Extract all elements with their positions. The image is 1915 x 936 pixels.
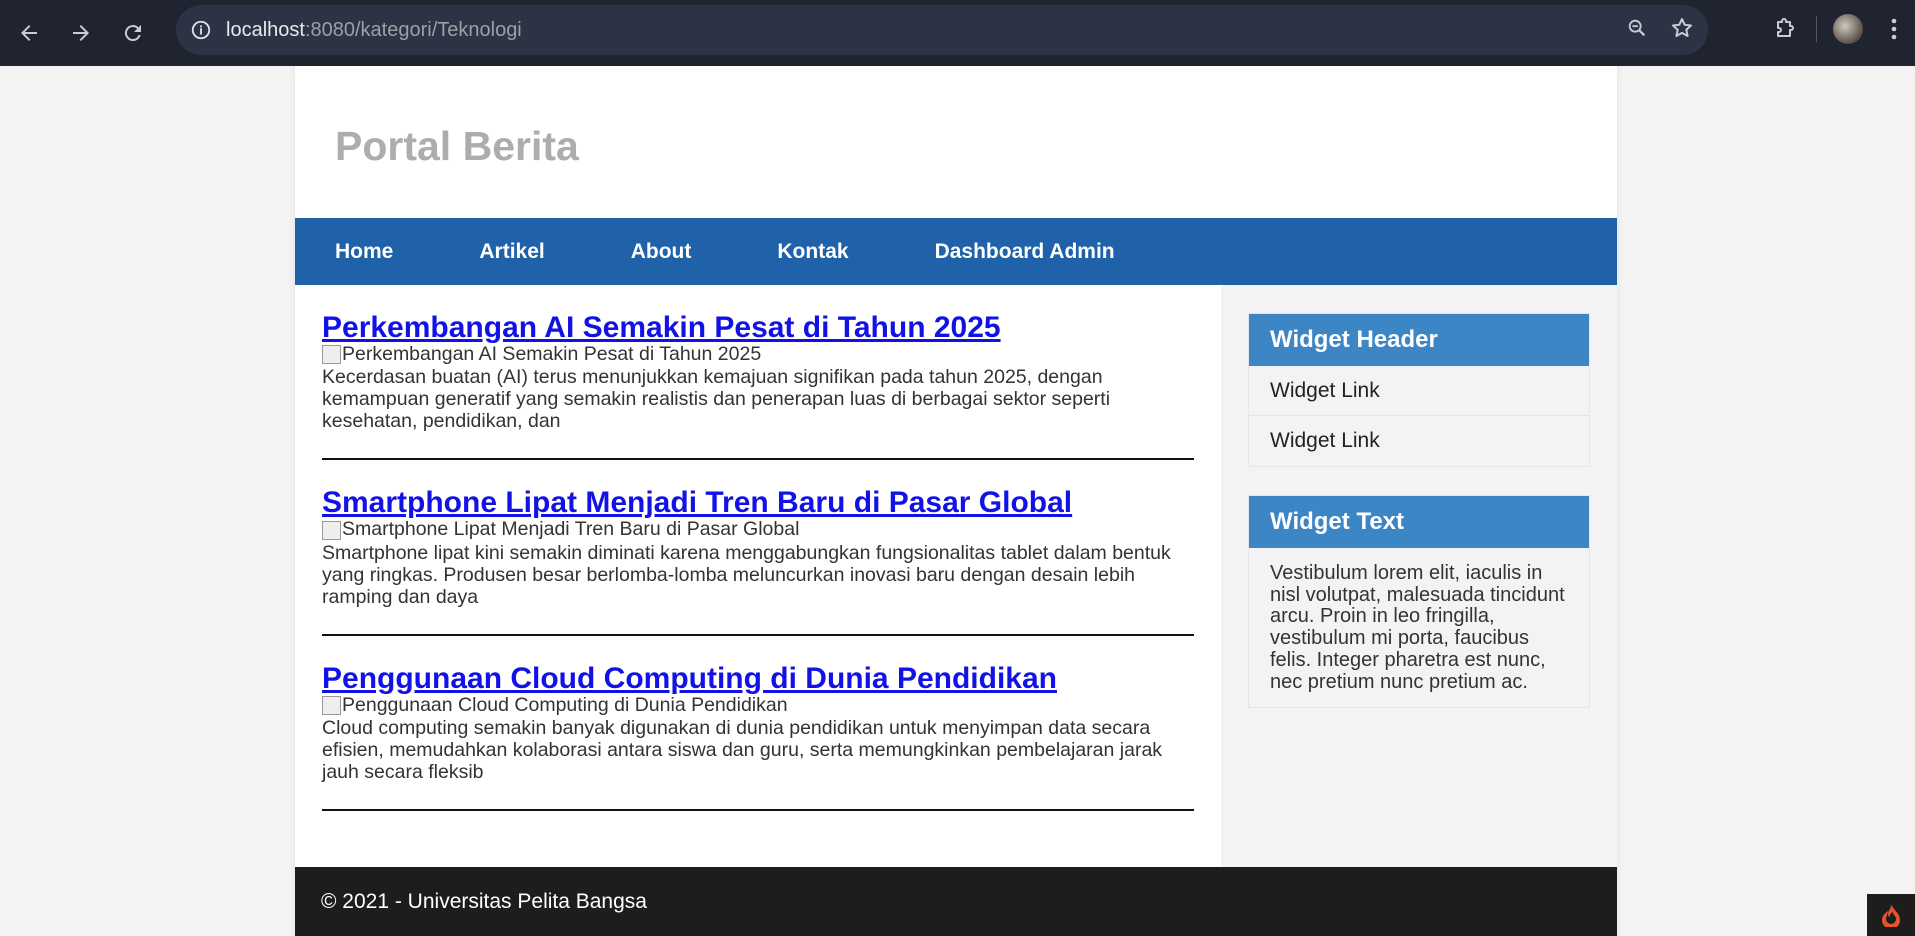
site-title: Portal Berita [335, 122, 579, 169]
article-image: Smartphone Lipat Menjadi Tren Baru di Pa… [322, 518, 1194, 540]
menu-item-dashboard-admin[interactable]: Dashboard Admin [935, 240, 1115, 264]
menu-item-about[interactable]: About [631, 240, 692, 264]
article-list: Perkembangan AI Semakin Pesat di Tahun 2… [295, 285, 1221, 867]
broken-image-icon [322, 696, 341, 716]
site-info-icon[interactable] [176, 19, 226, 41]
article-item: Penggunaan Cloud Computing di Dunia Pend… [322, 662, 1194, 812]
profile-avatar[interactable] [1823, 4, 1873, 54]
widget-header: Widget Header [1249, 314, 1589, 366]
forward-arrow-icon[interactable] [55, 7, 107, 59]
article-title-link[interactable]: Smartphone Lipat Menjadi Tren Baru di Pa… [322, 486, 1072, 519]
article-title-link[interactable]: Perkembangan AI Semakin Pesat di Tahun 2… [322, 311, 1001, 344]
widget-link[interactable]: Widget Link [1249, 366, 1589, 416]
toolbar-divider [1816, 16, 1817, 42]
address-bar[interactable]: localhost:8080/kategori/Teknologi [176, 5, 1708, 55]
more-menu-icon[interactable] [1873, 4, 1915, 54]
widget-text: Widget Text Vestibulum lorem elit, iacul… [1248, 495, 1590, 709]
widget-link[interactable]: Widget Link [1249, 416, 1589, 466]
broken-image-icon [322, 345, 341, 365]
article-item: Perkembangan AI Semakin Pesat di Tahun 2… [322, 311, 1194, 461]
article-excerpt: Kecerdasan buatan (AI) terus menunjukkan… [322, 366, 1111, 433]
url-text[interactable]: localhost:8080/kategori/Teknologi [226, 19, 522, 42]
browser-toolbar: localhost:8080/kategori/Teknologi [0, 0, 1915, 66]
menu-item-home[interactable]: Home [335, 240, 393, 264]
widget-text-header: Widget Text [1249, 496, 1589, 548]
site-header: Portal Berita [295, 66, 1617, 218]
zoom-icon[interactable] [1626, 17, 1648, 44]
article-image: Penggunaan Cloud Computing di Dunia Pend… [322, 694, 1194, 716]
menu-item-artikel[interactable]: Artikel [479, 240, 544, 264]
codeigniter-flame-icon[interactable] [1867, 894, 1915, 936]
article-title-link[interactable]: Penggunaan Cloud Computing di Dunia Pend… [322, 662, 1057, 695]
footer-copyright: © 2021 - Universitas Pelita Bangsa [321, 889, 647, 913]
extensions-icon[interactable] [1760, 4, 1810, 54]
reload-icon[interactable] [107, 7, 159, 59]
page-container: Portal Berita Home Artikel About Kontak … [295, 66, 1617, 936]
main-menu: Home Artikel About Kontak Dashboard Admi… [295, 218, 1617, 285]
back-arrow-icon[interactable] [3, 7, 55, 59]
menu-item-kontak[interactable]: Kontak [777, 240, 848, 264]
site-footer: © 2021 - Universitas Pelita Bangsa [295, 867, 1617, 936]
bookmark-star-icon[interactable] [1670, 16, 1694, 45]
article-item: Smartphone Lipat Menjadi Tren Baru di Pa… [322, 486, 1194, 636]
broken-image-icon [322, 520, 341, 540]
widget-links: Widget Header Widget Link Widget Link [1248, 313, 1590, 467]
article-excerpt: Smartphone lipat kini semakin diminati k… [322, 541, 1171, 608]
sidebar: Widget Header Widget Link Widget Link Wi… [1221, 285, 1617, 867]
widget-text-body: Vestibulum lorem elit, iaculis in nisl v… [1270, 562, 1565, 693]
article-excerpt: Cloud computing semakin banyak digunakan… [322, 717, 1163, 784]
article-image: Perkembangan AI Semakin Pesat di Tahun 2… [322, 343, 1194, 365]
